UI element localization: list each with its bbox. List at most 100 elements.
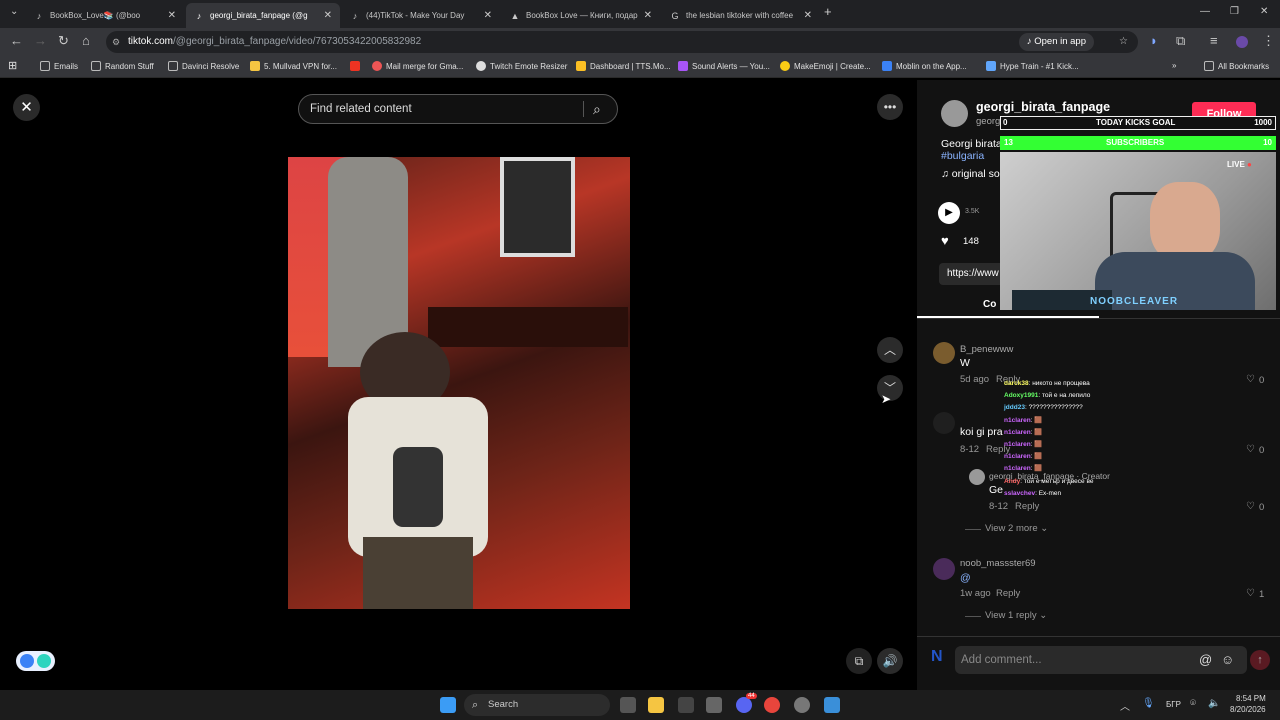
bookmark-makeemoji[interactable]: MakeEmoji | Create... <box>780 61 871 71</box>
taskbar-search[interactable]: ⌕ Search <box>464 694 610 716</box>
extension-widget[interactable] <box>16 651 55 671</box>
network-icon[interactable]: ⌾ <box>1190 698 1196 709</box>
like-icon[interactable]: ♥ <box>941 233 949 248</box>
comment-like-icon[interactable]: ♡ <box>1246 374 1255 385</box>
task-view-icon[interactable] <box>620 697 636 713</box>
open-in-app-button[interactable]: ♪ Open in app <box>1018 33 1094 51</box>
bookmark-star-icon[interactable]: ☆ <box>1119 31 1128 53</box>
close-tab-icon[interactable]: ✕ <box>644 10 652 21</box>
more-options-icon[interactable]: ••• <box>877 94 903 120</box>
photos-icon[interactable] <box>824 697 840 713</box>
bookmark-moblin[interactable]: Moblin on the App... <box>882 61 967 71</box>
clock-date[interactable]: 8/20/2026 <box>1230 705 1266 714</box>
commenter-avatar[interactable] <box>933 558 955 580</box>
more-bookmarks-icon[interactable]: » <box>1172 61 1176 70</box>
maximize-icon[interactable]: ❐ <box>1230 6 1239 17</box>
close-tab-icon[interactable]: ✕ <box>484 10 492 21</box>
home-icon[interactable]: ⌂ <box>82 34 90 48</box>
file-explorer-icon[interactable] <box>648 697 664 713</box>
volume-tray-icon[interactable]: 🔈 <box>1208 698 1220 709</box>
volume-icon[interactable]: 🔊 <box>877 648 903 674</box>
copy-link-field[interactable]: https://www <box>939 263 1009 285</box>
menu-icon[interactable]: ⋮ <box>1262 34 1275 48</box>
search-icon[interactable]: ⌕ <box>593 95 601 123</box>
creator-avatar[interactable] <box>941 100 968 127</box>
obs-icon[interactable] <box>794 697 810 713</box>
chat-message: n1claren: 🟫 <box>1004 416 1042 424</box>
tab-search-icon[interactable]: ⌄ <box>10 6 18 17</box>
hashtag-link[interactable]: #bulgaria <box>941 150 984 162</box>
floating-player-icon[interactable]: ⧉ <box>846 648 872 674</box>
extension-icon[interactable]: ◗ <box>1150 34 1158 48</box>
creator-username[interactable]: georgi_birata_fanpage <box>976 100 1110 114</box>
extensions-puzzle-icon[interactable]: ⧉ <box>1176 34 1185 48</box>
comment-time: 5d ago <box>960 374 990 385</box>
apps-icon[interactable]: ⊞ <box>8 59 17 72</box>
media-icon[interactable]: ≡ <box>1210 34 1218 48</box>
comment-username[interactable]: noob_massster69 <box>960 558 1036 569</box>
mention-icon[interactable]: @ <box>1199 646 1212 674</box>
emoji-icon[interactable]: ☺ <box>1221 646 1234 674</box>
close-window-icon[interactable]: ✕ <box>1260 6 1268 17</box>
previous-video-button[interactable]: ︿ <box>877 337 903 363</box>
comment-like-icon[interactable]: ♡ <box>1246 588 1255 599</box>
bookmark-hype-train[interactable]: Hype Train - #1 Kick... <box>986 61 1079 71</box>
minimize-icon[interactable]: — <box>1200 6 1210 17</box>
discord-icon[interactable] <box>736 697 752 713</box>
bookmark-mullvad[interactable]: 5. Mullvad VPN for... <box>250 61 337 71</box>
site-info-icon[interactable]: ⚙ <box>112 31 120 53</box>
reply-avatar[interactable] <box>969 469 985 485</box>
comment-like-icon[interactable]: ♡ <box>1246 444 1255 455</box>
close-player-button[interactable]: ✕ <box>13 94 40 121</box>
reply-button[interactable]: Reply <box>1015 501 1039 512</box>
bookmark-youtube[interactable] <box>350 61 364 71</box>
tray-chevron-icon[interactable]: ︿ <box>1120 698 1130 713</box>
add-comment-input[interactable]: Add comment... @ ☺ <box>955 646 1247 674</box>
mic-icon[interactable]: 🎙 <box>1142 698 1155 709</box>
address-bar[interactable]: ⚙ tiktok.com/@georgi_birata_fanpage/vide… <box>106 31 1138 53</box>
comment-time: 8-12 <box>960 444 980 455</box>
video-frame[interactable] <box>288 157 630 609</box>
clock-time[interactable]: 8:54 PM <box>1236 694 1266 703</box>
all-bookmarks[interactable]: All Bookmarks <box>1204 61 1269 71</box>
view-more-replies[interactable]: View 2 more ⌄ <box>985 523 1048 534</box>
tab-comments[interactable]: Co <box>983 299 996 310</box>
bookmark-random-stuff[interactable]: Random Stuff <box>91 61 154 71</box>
forward-icon[interactable]: → <box>34 34 47 48</box>
find-related-input[interactable]: Find related content ⌕ <box>298 94 618 124</box>
tab-lesbian-tiktoker[interactable]: Gthe lesbian tiktoker with coffee ✕ <box>662 3 820 28</box>
comment-like-icon[interactable]: ♡ <box>1246 501 1255 512</box>
back-icon[interactable]: ← <box>10 34 23 48</box>
language-indicator[interactable]: БГР <box>1166 700 1181 709</box>
bookmark-tts-dashboard[interactable]: Dashboard | TTS.Mo... <box>576 61 671 71</box>
bookmark-emails[interactable]: Emails <box>40 61 78 71</box>
close-tab-icon[interactable]: ✕ <box>804 10 812 21</box>
play-icon[interactable]: ▶ <box>938 202 960 224</box>
music-row[interactable]: ♫ original so <box>941 168 1000 180</box>
post-comment-button[interactable]: ↑ <box>1250 650 1270 670</box>
power-icon <box>37 654 51 668</box>
reload-icon[interactable]: ↻ <box>58 34 69 48</box>
commenter-avatar[interactable] <box>933 342 955 364</box>
app-icon[interactable] <box>678 697 694 713</box>
store-icon[interactable] <box>706 697 722 713</box>
tab-georgi[interactable]: ♪ georgi_birata_fanpage (@g ✕ <box>186 3 340 28</box>
tab-bookbox-site[interactable]: ▲ BookBox Love — Книги, подар ✕ <box>502 3 660 28</box>
comment-username[interactable]: B_penewww <box>960 344 1013 355</box>
bookmark-mail-merge[interactable]: Mail merge for Gma... <box>372 61 463 71</box>
close-tab-icon[interactable]: ✕ <box>168 10 176 21</box>
tab-bookbox[interactable]: ♪ BookBox_Love📚 (@boo ✕ <box>26 3 184 28</box>
start-icon[interactable] <box>440 697 456 713</box>
close-tab-icon[interactable]: ✕ <box>324 10 332 21</box>
bookmark-davinci[interactable]: Davinci Resolve <box>168 61 239 71</box>
reply-button[interactable]: Reply <box>996 588 1020 599</box>
view-reply[interactable]: View 1 reply ⌄ <box>985 610 1047 621</box>
new-tab-icon[interactable]: + <box>824 4 832 19</box>
bookmark-sound-alerts[interactable]: Sound Alerts — You... <box>678 61 770 71</box>
user-avatar[interactable]: N <box>931 648 943 666</box>
bookmark-emote-resizer[interactable]: Twitch Emote Resizer <box>476 61 567 71</box>
profile-avatar[interactable] <box>1236 36 1248 48</box>
chrome-icon[interactable] <box>764 697 780 713</box>
tab-tiktok[interactable]: ♪ (44)TikTok - Make Your Day ✕ <box>342 3 500 28</box>
commenter-avatar[interactable] <box>933 412 955 434</box>
